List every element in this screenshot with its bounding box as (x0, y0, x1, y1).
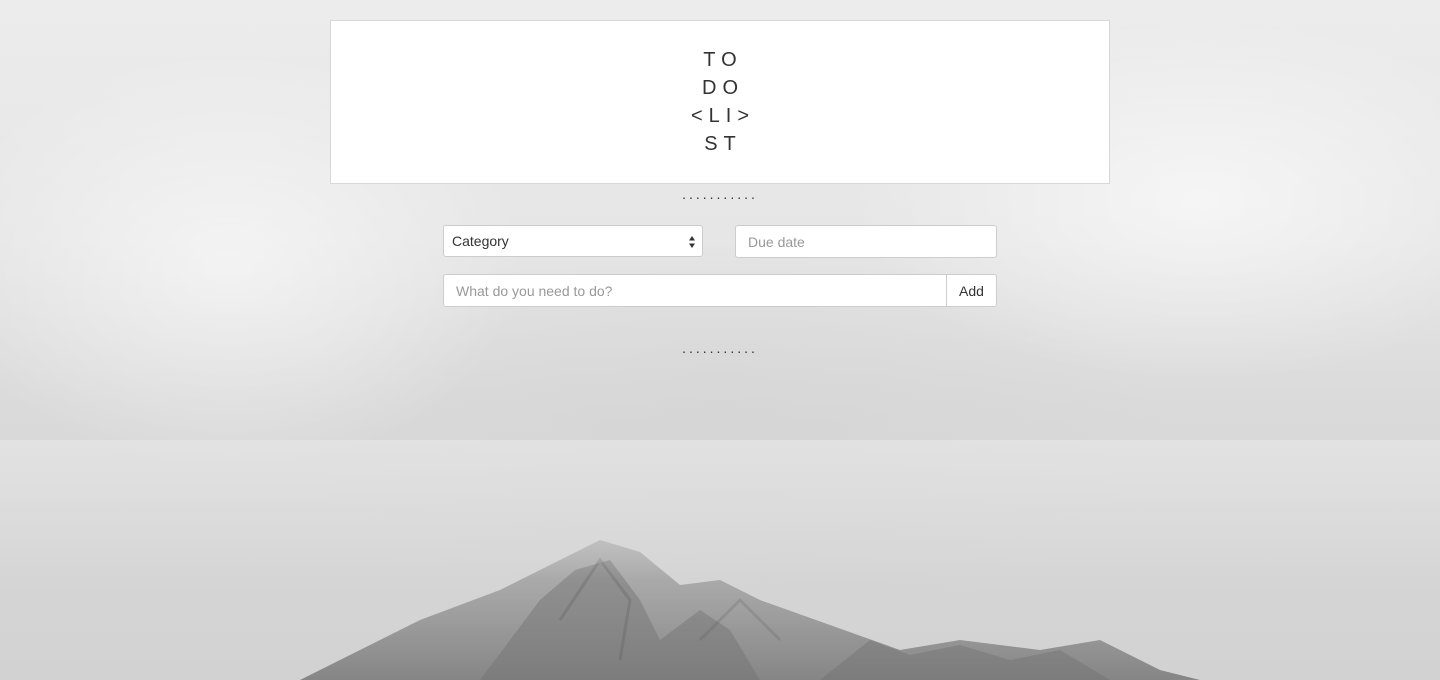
category-select-value: Category (452, 233, 509, 249)
dotted-separator-top: ........... (682, 186, 758, 202)
add-button[interactable]: Add (946, 274, 997, 307)
task-input[interactable] (443, 274, 946, 307)
select-updown-arrows-icon (689, 236, 695, 248)
new-task-group: Add (443, 274, 997, 307)
dotted-separator-bottom: ........... (682, 340, 758, 356)
logo-line-3: <LI> (690, 105, 756, 127)
logo-card: TO DO <LI> ST (330, 20, 1110, 184)
logo-line-4: ST (704, 133, 742, 155)
logo-line-1: TO (703, 49, 743, 71)
logo-line-2: DO (702, 77, 744, 99)
due-date-input[interactable] (735, 225, 997, 258)
category-select[interactable]: Category (443, 225, 703, 257)
